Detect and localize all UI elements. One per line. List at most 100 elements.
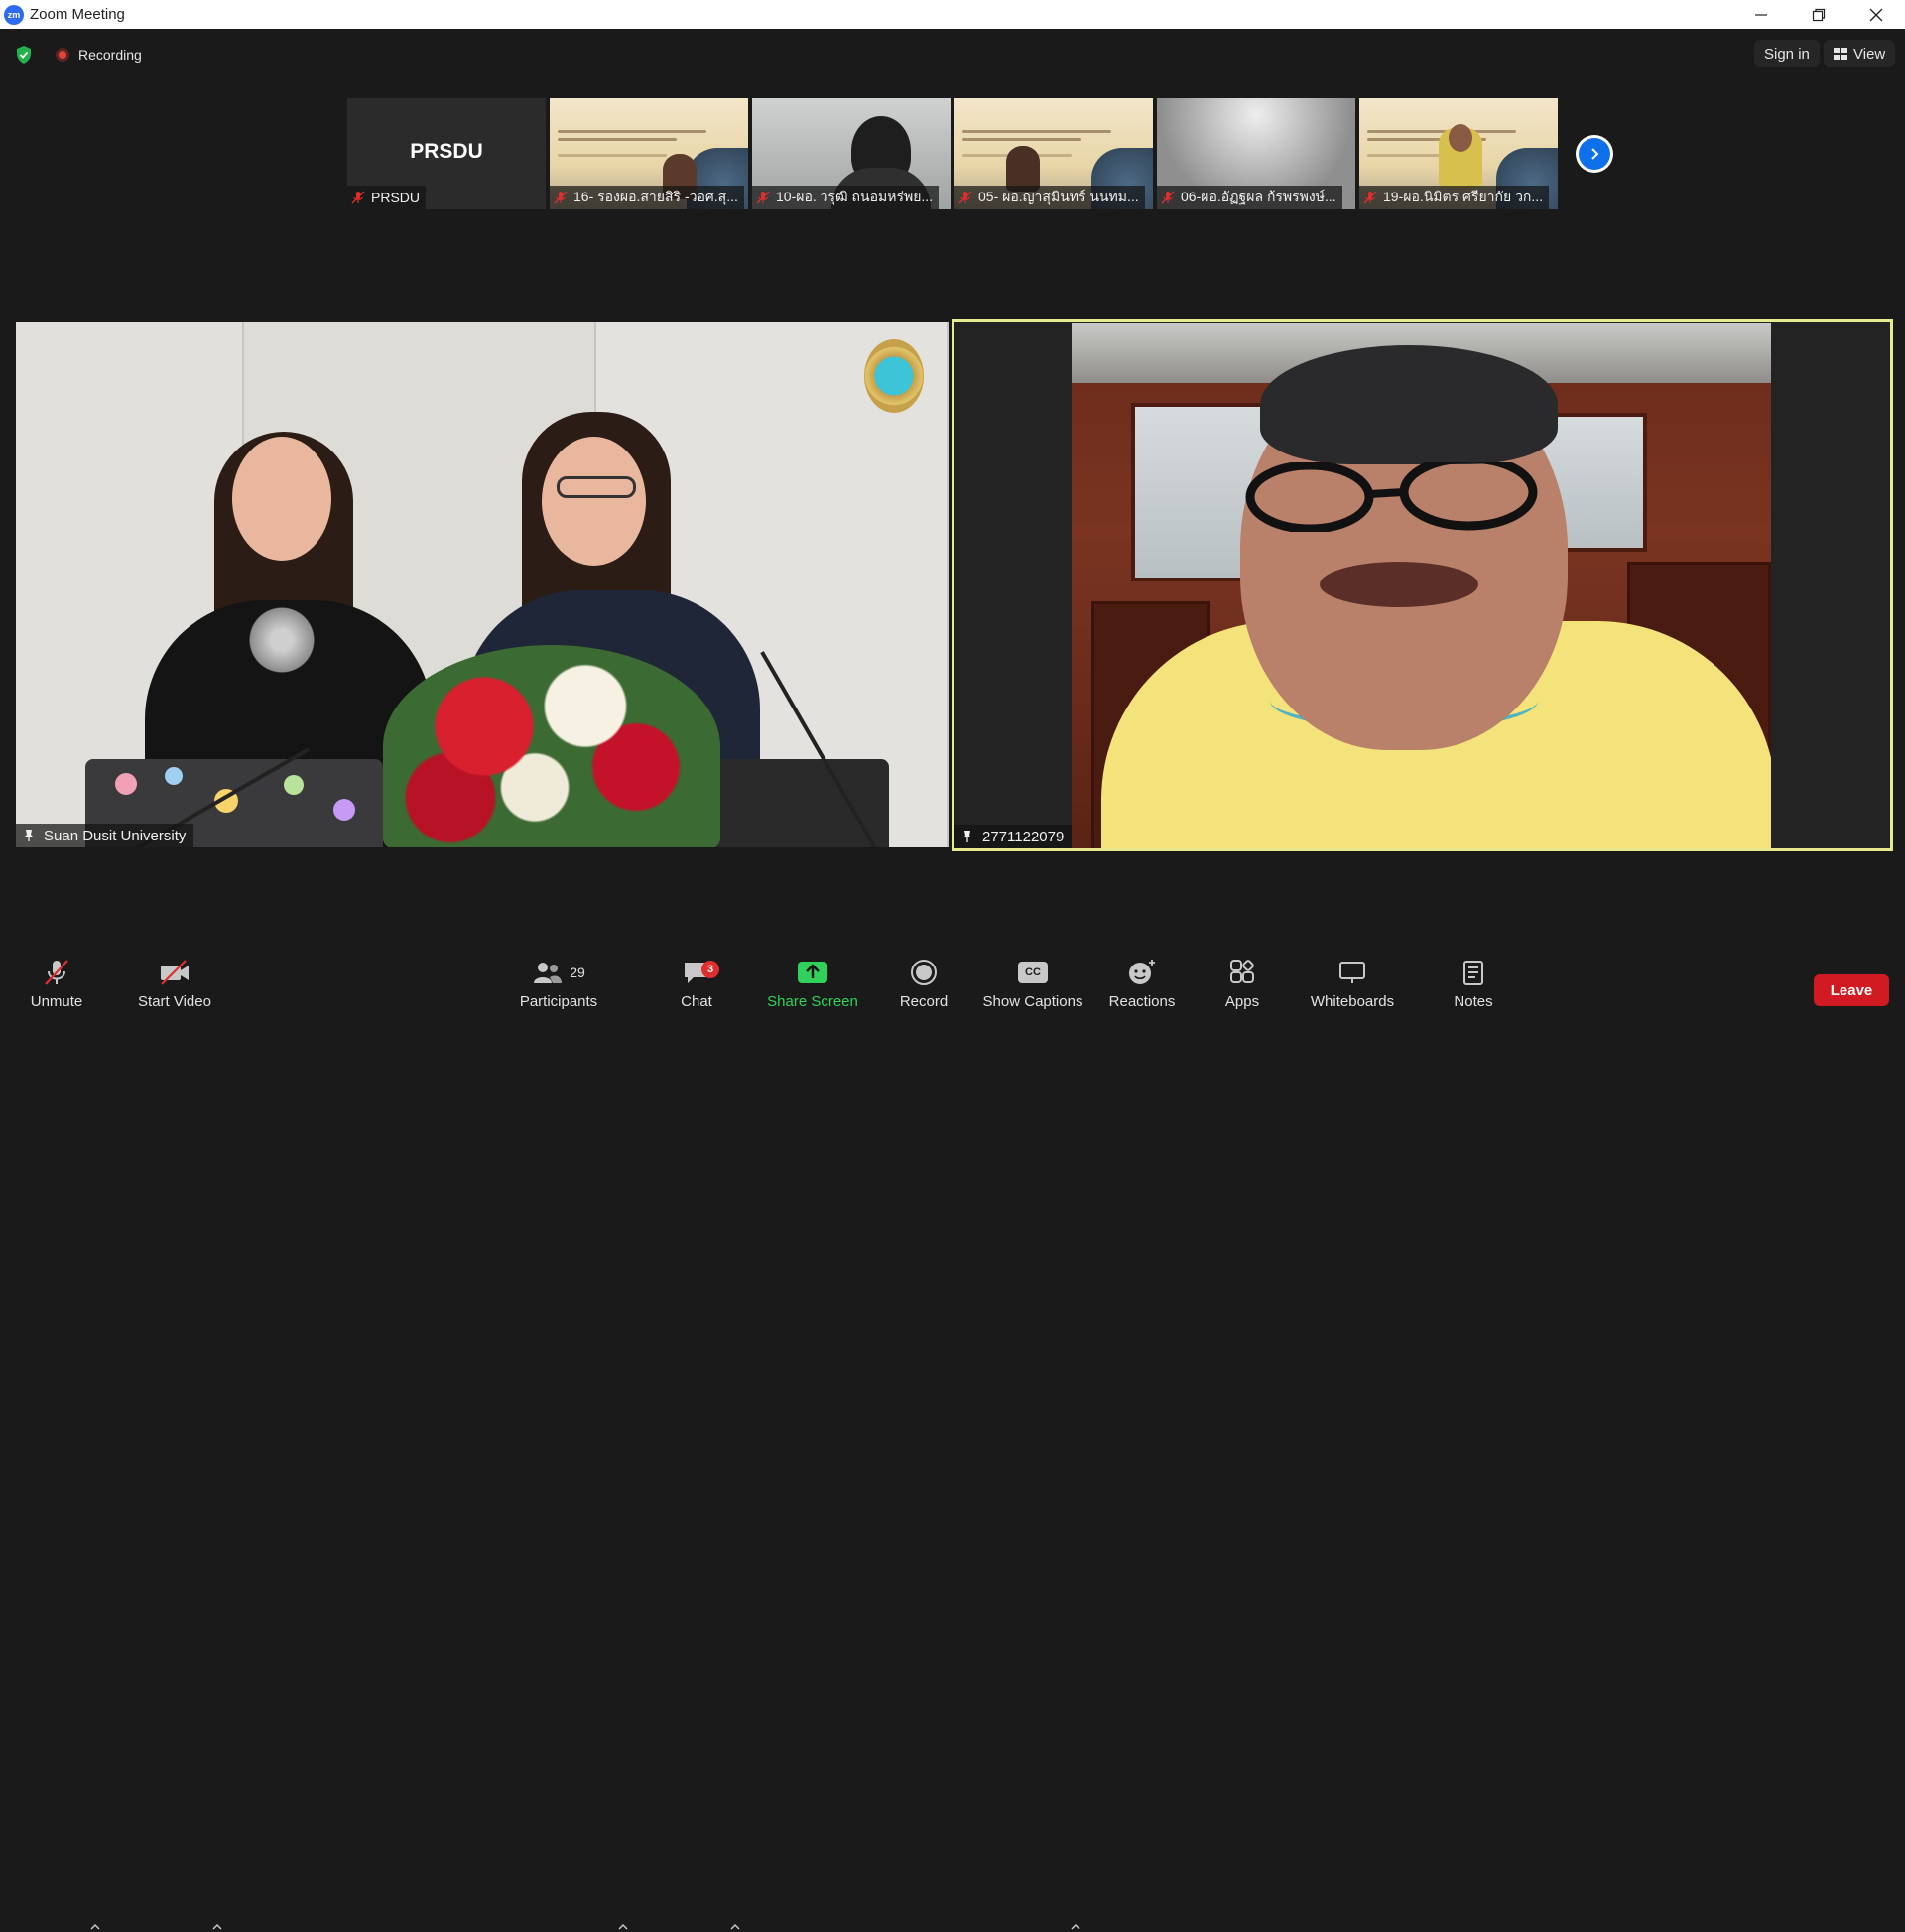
start-video-label: Start Video [138, 993, 211, 1010]
participant-thumbnail-strip: PRSDU PRSDU 16- รองผอ.สายสิริ -วอศ.สุ...… [347, 98, 1558, 209]
participant-thumbnail[interactable]: 05- ผอ.ญาสุมินทร์ นนทม... [954, 98, 1153, 209]
notes-label: Notes [1454, 993, 1493, 1010]
apps-icon [1228, 954, 1256, 991]
recording-indicator[interactable]: Recording [56, 43, 142, 66]
record-button[interactable]: Record [899, 954, 949, 1020]
participant-thumbnail[interactable]: 19-ผอ.นิมิตร ศรียากัย วก... [1359, 98, 1558, 209]
security-shield-icon[interactable] [14, 45, 34, 64]
mic-muted-icon [351, 191, 365, 204]
participants-icon [534, 963, 563, 983]
unmute-label: Unmute [30, 993, 83, 1010]
participant-name: 05- ผอ.ญาสุมินทร์ นนทม... [978, 189, 1139, 204]
restore-button[interactable] [1790, 0, 1847, 29]
share-screen-icon [797, 954, 828, 991]
university-seal-icon [864, 339, 924, 413]
reactions-button[interactable]: Reactions [1108, 954, 1176, 1020]
mic-muted-icon [756, 191, 770, 204]
chevron-up-icon[interactable] [90, 1922, 100, 1932]
participant-name-tag: 2771122079 [954, 825, 1073, 848]
mic-muted-icon [958, 191, 972, 204]
participant-thumbnail[interactable]: PRSDU PRSDU [347, 98, 546, 209]
whiteboards-label: Whiteboards [1310, 993, 1395, 1010]
participant-thumbnail[interactable]: 16- รองผอ.สายสิริ -วอศ.สุ... [550, 98, 748, 209]
chat-icon: 3 [682, 954, 719, 991]
participant-name-tag: 05- ผอ.ญาสุมินทร์ นนทม... [954, 186, 1145, 209]
meeting-toolbar: Unmute Start Video 29 Participants 3 Cha… [0, 954, 1905, 1930]
view-button[interactable]: View [1824, 40, 1896, 67]
chevron-up-icon[interactable] [212, 1922, 222, 1932]
mic-muted-icon [42, 954, 71, 991]
participant-name-tag: PRSDU [347, 186, 427, 209]
chevron-up-icon[interactable] [1071, 1922, 1080, 1932]
prsdu-logo: PRSDU [410, 140, 483, 163]
minimize-icon [1755, 13, 1767, 16]
captions-icon-text: CC [1018, 962, 1048, 983]
pin-icon [963, 831, 971, 842]
mic-muted-icon [554, 191, 568, 204]
participant-name-tag: 16- รองผอ.สายสิริ -วอศ.สุ... [550, 186, 744, 209]
record-icon [910, 954, 938, 991]
chevron-up-icon[interactable] [618, 1922, 628, 1932]
participant-thumbnail[interactable]: 06-ผอ.อัฏฐผล ก้รพรพงษ์... [1157, 98, 1355, 209]
captions-icon: CC [1018, 954, 1048, 991]
participant-name-tag: 19-ผอ.นิมิตร ศรียากัย วก... [1359, 186, 1550, 209]
chat-button[interactable]: 3 Chat [677, 954, 719, 1020]
participant-video [1072, 323, 1771, 848]
participant-name: 10-ผอ. วรุฒิ ถนอมหร่พย... [776, 189, 934, 204]
whiteboards-button[interactable]: Whiteboards [1306, 954, 1399, 1020]
record-label: Record [899, 993, 949, 1010]
apps-button[interactable]: Apps [1222, 954, 1262, 1020]
video-tile-active-speaker[interactable]: 2771122079 [952, 319, 1893, 851]
chevron-up-icon[interactable] [730, 1922, 740, 1932]
close-icon [1869, 8, 1883, 21]
unmute-button[interactable]: Unmute [24, 954, 89, 1020]
show-captions-button[interactable]: CC Show Captions [982, 954, 1083, 1020]
notes-button[interactable]: Notes [1452, 954, 1495, 1020]
mic-muted-icon [1363, 191, 1377, 204]
minimize-button[interactable] [1732, 0, 1790, 29]
sign-in-button[interactable]: Sign in [1754, 40, 1820, 67]
participant-name: 2771122079 [982, 828, 1065, 845]
chat-unread-badge: 3 [701, 961, 719, 978]
smiley-add-icon [1127, 954, 1157, 991]
grid-view-icon [1834, 48, 1847, 60]
pin-icon [25, 830, 33, 841]
start-video-button[interactable]: Start Video [133, 954, 216, 1020]
participant-name-tag: Suan Dusit University [16, 824, 194, 847]
restore-icon [1812, 8, 1826, 21]
view-label: View [1853, 45, 1886, 63]
recording-dot-icon [56, 48, 69, 62]
mic-muted-icon [1161, 191, 1175, 204]
recording-label: Recording [78, 47, 142, 63]
show-captions-label: Show Captions [982, 993, 1083, 1010]
apps-label: Apps [1224, 993, 1260, 1010]
participants-count: 29 [570, 965, 585, 980]
participant-thumbnail[interactable]: 10-ผอ. วรุฒิ ถนอมหร่พย... [752, 98, 951, 209]
chevron-right-icon [1579, 138, 1610, 170]
participant-name: 06-ผอ.อัฏฐผล ก้รพรพงษ์... [1181, 189, 1336, 204]
participant-name: PRSDU [371, 190, 421, 205]
participants-icon-group: 29 [532, 954, 585, 991]
participant-name: 19-ผอ.นิมิตร ศรียากัย วก... [1383, 189, 1544, 204]
participant-name-tag: 10-ผอ. วรุฒิ ถนอมหร่พย... [752, 186, 940, 209]
participants-button[interactable]: 29 Participants [516, 954, 601, 1020]
participant-name: Suan Dusit University [44, 827, 187, 844]
participant-name: 16- รองผอ.สายสิริ -วอศ.สุ... [573, 189, 738, 204]
leave-button[interactable]: Leave [1814, 974, 1889, 1006]
participants-label: Participants [519, 993, 598, 1010]
notes-icon [1461, 954, 1485, 991]
window-title-bar: zm Zoom Meeting [0, 0, 1905, 29]
chat-label: Chat [681, 993, 712, 1010]
video-off-icon [158, 954, 191, 991]
reactions-label: Reactions [1108, 993, 1176, 1010]
share-screen-label: Share Screen [767, 993, 858, 1010]
share-screen-button[interactable]: Share Screen [767, 954, 858, 1020]
window-title: Zoom Meeting [30, 6, 125, 23]
window-controls [1732, 0, 1905, 29]
participant-name-tag: 06-ผอ.อัฏฐผล ก้รพรพงษ์... [1157, 186, 1342, 209]
next-page-button[interactable] [1576, 135, 1613, 173]
meeting-top-bar: Recording Sign in View [0, 29, 1905, 78]
close-button[interactable] [1847, 0, 1905, 29]
video-tile-suan-dusit[interactable]: Suan Dusit University [16, 322, 949, 847]
zoom-logo-icon: zm [4, 4, 24, 25]
